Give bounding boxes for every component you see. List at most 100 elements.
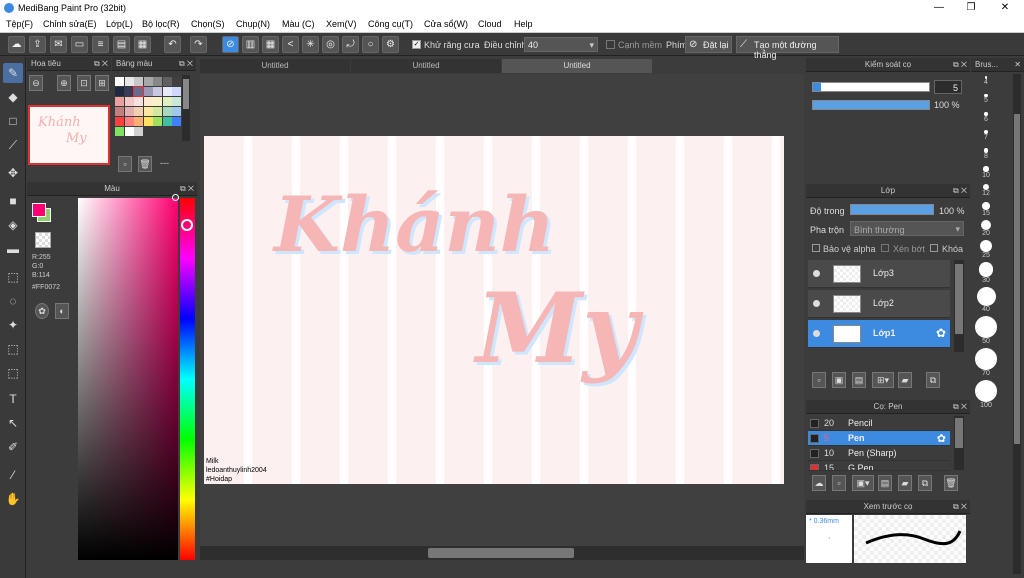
magic-wand-icon[interactable]: ✦ bbox=[3, 315, 23, 335]
palette-swatch[interactable] bbox=[124, 127, 134, 136]
chat-icon[interactable]: ▭ bbox=[71, 36, 88, 53]
palette-swatch[interactable] bbox=[115, 87, 124, 96]
brush-size-item[interactable]: 30 bbox=[974, 262, 998, 284]
palette-swatch[interactable] bbox=[153, 77, 162, 86]
drawing-canvas[interactable]: Khánh My Milk ledoanthuylinh2004 #Hoidap bbox=[204, 136, 784, 484]
brush-size-item[interactable]: 50 bbox=[974, 315, 998, 345]
menu-edit[interactable]: Chỉnh sửa(E) bbox=[43, 19, 97, 29]
palette-swatch[interactable] bbox=[153, 87, 162, 96]
menu-filter[interactable]: Bộ lọc(R) bbox=[142, 19, 180, 29]
color-picker-icon[interactable]: ◐ bbox=[55, 303, 69, 319]
palette-swatch[interactable] bbox=[134, 97, 143, 106]
navigator-preview[interactable]: Khánh My bbox=[28, 105, 110, 165]
palette-swatch[interactable] bbox=[172, 97, 181, 106]
menu-tools[interactable]: Công cụ(T) bbox=[368, 19, 413, 29]
new-8bit-layer-icon[interactable]: ▤ bbox=[852, 372, 866, 388]
brush-settings-icon[interactable]: ▤ bbox=[878, 475, 892, 491]
snap-radial-icon[interactable]: ✳ bbox=[302, 36, 319, 53]
reset-button[interactable]: ⊘ Đặt lại bbox=[685, 36, 732, 53]
document-icon[interactable]: ≡ bbox=[92, 36, 109, 53]
palette-swatch[interactable] bbox=[124, 77, 134, 86]
palette-swatch[interactable] bbox=[115, 77, 124, 86]
maximize-button[interactable]: ❐ bbox=[956, 0, 986, 16]
brush-size-slider[interactable] bbox=[812, 82, 930, 92]
zoom-out-icon[interactable]: ⊖ bbox=[29, 75, 43, 91]
menu-file[interactable]: Tệp(F) bbox=[6, 19, 33, 29]
blend-mode-select[interactable]: Bình thường ▾ bbox=[850, 221, 964, 236]
brush-folder-icon[interactable]: ▰ bbox=[898, 475, 912, 491]
menu-cloud[interactable]: Cloud bbox=[478, 19, 502, 29]
lasso-tool-icon[interactable]: ◌ bbox=[3, 291, 23, 311]
color-saturation-field[interactable] bbox=[78, 198, 178, 560]
select-eraser-icon[interactable]: ⬚ bbox=[3, 363, 23, 383]
dot-tool-icon[interactable]: □ bbox=[3, 111, 23, 131]
layer-scrollbar[interactable] bbox=[954, 260, 964, 352]
protect-alpha-checkbox[interactable] bbox=[812, 244, 820, 252]
palette-swatch[interactable] bbox=[172, 77, 181, 86]
soft-edge-checkbox[interactable] bbox=[606, 40, 615, 49]
add-layer-menu-icon[interactable]: ⊞▾ bbox=[872, 372, 894, 388]
snap-parallel-icon[interactable]: ▥ bbox=[242, 36, 259, 53]
palette-swatch[interactable] bbox=[162, 117, 172, 126]
folder-icon[interactable]: ▰ bbox=[898, 372, 912, 388]
eyedropper-icon[interactable]: ⁄ bbox=[3, 465, 23, 485]
comment-icon[interactable]: ✉ bbox=[50, 36, 67, 53]
add-brush-menu-icon[interactable]: ▣▾ bbox=[852, 475, 874, 491]
divide-tool-icon[interactable]: ✐ bbox=[3, 437, 23, 457]
operation-tool-icon[interactable]: ↖ bbox=[3, 413, 23, 433]
brush-size-item[interactable]: 8 bbox=[974, 148, 998, 160]
palette-swatch[interactable] bbox=[143, 87, 153, 96]
tab-untitled-2[interactable]: Untitled bbox=[351, 59, 501, 73]
delete-palette-icon[interactable]: 🗑 bbox=[138, 156, 152, 172]
select-pen-icon[interactable]: ⬚ bbox=[3, 339, 23, 359]
color-wheel-icon[interactable]: ✿ bbox=[35, 303, 49, 319]
palette-swatch[interactable] bbox=[115, 117, 124, 126]
palette-swatch[interactable] bbox=[115, 127, 124, 136]
palette-swatch[interactable] bbox=[162, 87, 172, 96]
palette-swatch[interactable] bbox=[162, 97, 172, 106]
layer-item-1[interactable]: Lớp1 ✿ bbox=[808, 320, 950, 348]
brush-size-item[interactable]: 100 bbox=[974, 379, 998, 409]
snap-settings-icon[interactable]: ⚙ bbox=[382, 36, 399, 53]
palette-swatch[interactable] bbox=[153, 107, 162, 116]
palette-swatch[interactable] bbox=[153, 117, 162, 126]
palette-swatch[interactable] bbox=[124, 117, 134, 126]
brush-size-item[interactable]: 5 bbox=[974, 94, 998, 104]
color-field-cursor[interactable] bbox=[172, 194, 179, 201]
brush-item-gpen[interactable]: 15 G Pen bbox=[808, 461, 950, 471]
brush-opacity-slider[interactable] bbox=[812, 100, 930, 110]
lock-checkbox[interactable] bbox=[930, 244, 938, 252]
snap-perspective-icon[interactable]: < bbox=[282, 36, 299, 53]
palette-swatch[interactable] bbox=[153, 97, 162, 106]
menu-select[interactable]: Chọn(S) bbox=[191, 19, 225, 29]
brush-size-item[interactable]: 15 bbox=[974, 202, 998, 217]
palette-swatch[interactable] bbox=[124, 97, 134, 106]
palette-swatch[interactable] bbox=[134, 77, 143, 86]
eye-icon[interactable] bbox=[813, 300, 820, 307]
brush-size-item[interactable]: 4 bbox=[974, 76, 998, 86]
blur-tool-icon[interactable]: ⟋ bbox=[3, 135, 23, 155]
palette-swatch[interactable] bbox=[172, 87, 181, 96]
cloud-icon[interactable]: ☁ bbox=[8, 36, 25, 53]
share-icon[interactable]: ⇪ bbox=[29, 36, 46, 53]
brush-size-item[interactable]: 40 bbox=[974, 286, 998, 313]
new-palette-icon[interactable]: ▫ bbox=[118, 156, 132, 172]
menu-window[interactable]: Cửa sổ(W) bbox=[424, 19, 468, 29]
gear-icon[interactable]: ✿ bbox=[937, 432, 946, 445]
zoom-in-icon[interactable]: ⊕ bbox=[57, 75, 71, 91]
comic-icon[interactable]: ▤ bbox=[113, 36, 130, 53]
palette-swatch[interactable] bbox=[172, 107, 181, 116]
brush-scrollbar[interactable] bbox=[954, 416, 964, 470]
palette-swatch[interactable] bbox=[143, 117, 153, 126]
snap-off-icon[interactable]: ⊘ bbox=[222, 36, 239, 53]
palette-swatch[interactable] bbox=[134, 107, 143, 116]
brush-size-item[interactable]: 7 bbox=[974, 130, 998, 141]
fill-tool-icon[interactable]: ◈ bbox=[3, 215, 23, 235]
brush-size-item[interactable]: 70 bbox=[974, 347, 998, 377]
brush-size-item[interactable]: 12 bbox=[974, 184, 998, 197]
move-tool-icon[interactable]: ✥ bbox=[3, 163, 23, 183]
fit-icon[interactable]: ⊡ bbox=[77, 75, 91, 91]
brush-size-item[interactable]: 6 bbox=[974, 112, 998, 123]
palette-scrollbar[interactable] bbox=[182, 75, 190, 141]
palette-swatch[interactable] bbox=[143, 107, 153, 116]
